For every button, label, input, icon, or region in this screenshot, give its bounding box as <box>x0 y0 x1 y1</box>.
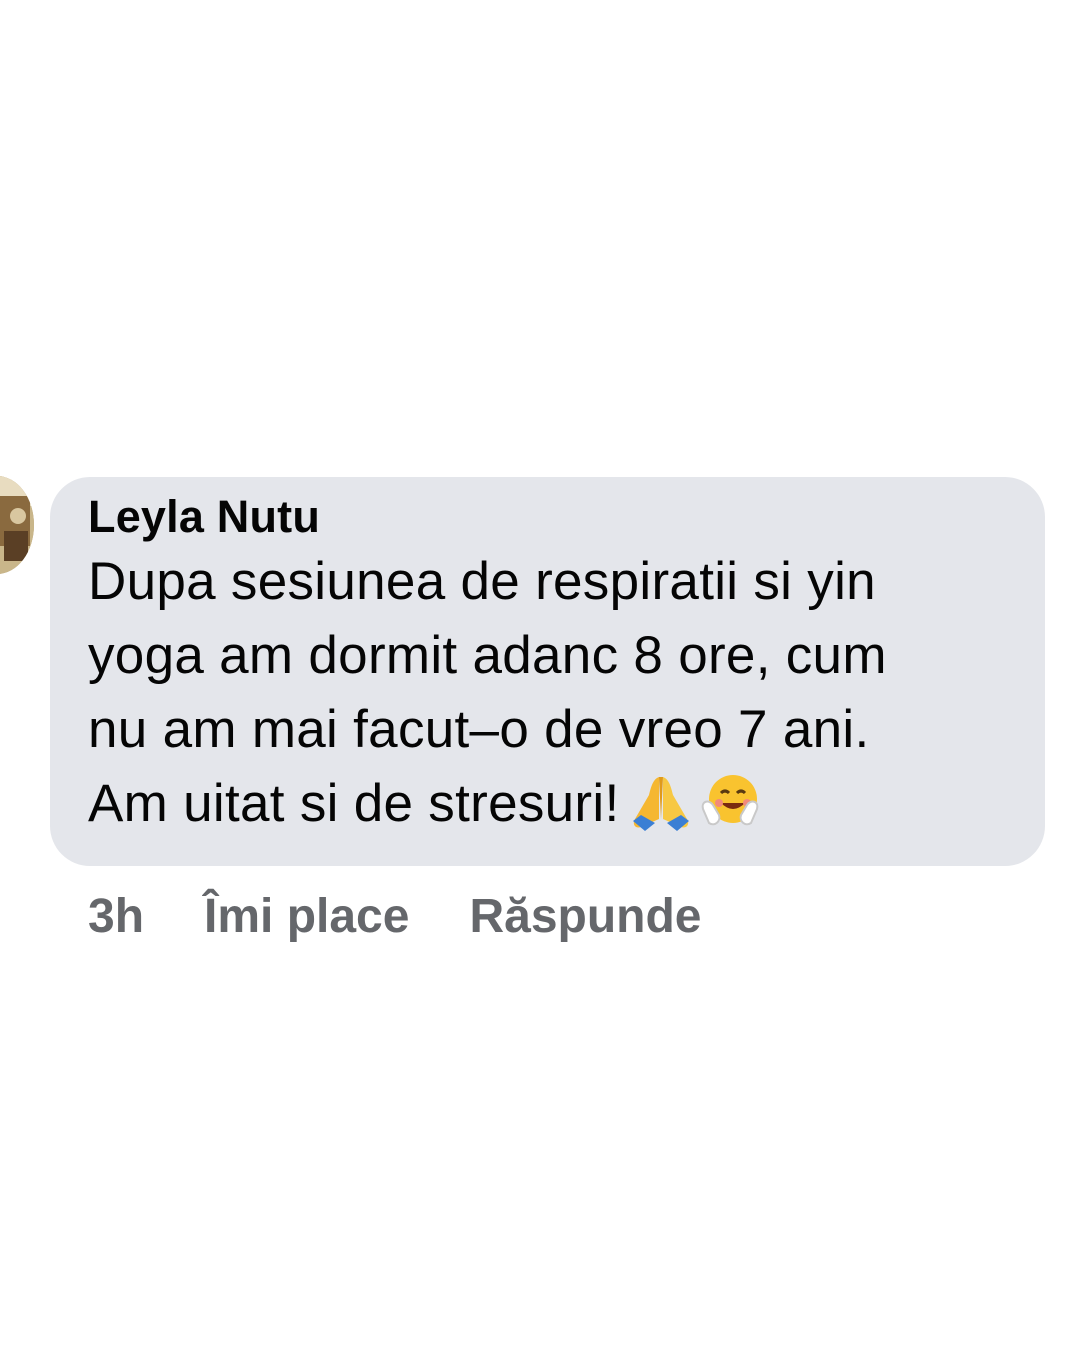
comment-text-line-content: Am uitat si de stresuri! <box>88 774 620 833</box>
reply-button[interactable]: Răspunde <box>469 889 701 944</box>
comment-timestamp[interactable]: 3h <box>88 889 144 944</box>
comment-text-line: yoga am dormit adanc 8 ore, cum <box>88 626 887 685</box>
comment-screenshot: Leyla Nutu Dupa sesiunea de respiratii s… <box>0 0 1080 1350</box>
avatar[interactable] <box>0 476 34 574</box>
comment-text-line-last: Am uitat si de stresuri! <box>88 767 1005 851</box>
hugging-face-icon <box>699 769 761 851</box>
comment-text: Dupa sesiunea de respiratii si yin yoga … <box>88 545 1005 851</box>
like-button[interactable]: Îmi place <box>204 889 409 944</box>
avatar-photo-icon <box>0 476 34 574</box>
comment-text-line: Dupa sesiunea de respiratii si yin <box>88 552 876 611</box>
comment-actions: 3h Îmi place Răspunde <box>88 884 701 948</box>
folded-hands-icon <box>629 773 693 851</box>
comment-author[interactable]: Leyla Nutu <box>88 491 1005 543</box>
comment-text-line: nu am mai facut–o de vreo 7 ani. <box>88 700 870 759</box>
comment-bubble: Leyla Nutu Dupa sesiunea de respiratii s… <box>50 477 1045 866</box>
